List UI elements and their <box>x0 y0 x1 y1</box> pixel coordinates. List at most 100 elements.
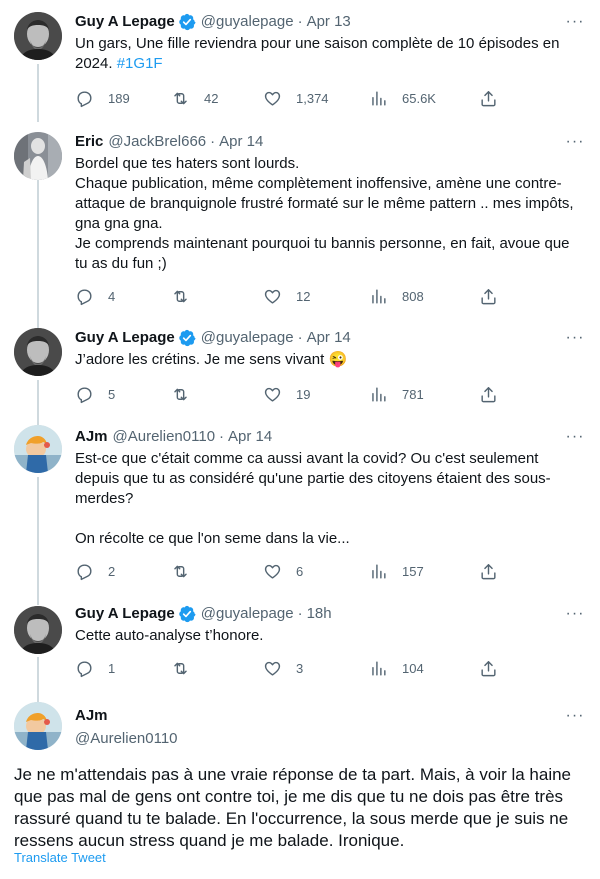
more-options-icon[interactable]: ··· <box>564 706 586 726</box>
more-options-icon[interactable]: ··· <box>564 132 586 152</box>
avatar[interactable] <box>14 12 62 60</box>
author-handle[interactable]: @JackBrel666 <box>108 132 206 152</box>
tweet[interactable]: Eric @JackBrel666 · Apr 14 ··· Bordel qu… <box>0 120 600 316</box>
separator-dot: · <box>297 329 303 346</box>
avatar-image <box>14 606 62 654</box>
avatar[interactable] <box>14 132 62 180</box>
reply-button[interactable]: 189 <box>75 88 130 108</box>
author-name[interactable]: Guy A Lepage <box>75 604 175 624</box>
avatar-image <box>14 328 62 376</box>
share-button[interactable] <box>479 561 498 581</box>
reply-count: 2 <box>108 563 116 579</box>
author-handle[interactable]: @Aurelien0110 <box>75 729 178 749</box>
author-name[interactable]: AJm <box>75 706 178 726</box>
like-button[interactable]: 19 <box>263 384 310 404</box>
views-button[interactable]: 65.6K <box>369 88 436 108</box>
share-button[interactable] <box>479 88 498 108</box>
tweet[interactable]: Guy A Lepage @guyalepage · 18h ··· Cette… <box>0 594 600 694</box>
author-name[interactable]: Guy A Lepage <box>75 328 175 348</box>
author-handle[interactable]: @guyalepage <box>201 328 294 348</box>
avatar[interactable] <box>14 425 62 473</box>
share-button[interactable] <box>479 658 498 678</box>
timestamp[interactable]: Apr 14 <box>228 427 272 447</box>
retweet-count: 42 <box>204 90 219 106</box>
author-name[interactable]: Eric <box>75 132 103 152</box>
emoji-wink-tongue: 😜 <box>328 351 348 368</box>
verified-badge-icon <box>178 13 196 31</box>
views-icon <box>369 659 388 678</box>
translate-tweet-link[interactable]: Translate Tweet <box>14 850 106 865</box>
tweet[interactable]: Guy A Lepage @guyalepage · Apr 14 ··· J’… <box>0 316 600 416</box>
author-name[interactable]: Guy A Lepage <box>75 12 175 32</box>
like-button[interactable]: 6 <box>263 561 303 581</box>
timestamp[interactable]: 18h <box>307 604 332 624</box>
reply-icon <box>75 659 94 678</box>
like-button[interactable]: 12 <box>263 286 310 306</box>
views-icon <box>369 562 388 581</box>
timestamp[interactable]: Apr 13 <box>307 12 351 32</box>
like-count: 19 <box>296 386 311 402</box>
author-handle[interactable]: @guyalepage <box>201 604 294 624</box>
views-icon <box>369 287 388 306</box>
more-options-icon[interactable]: ··· <box>564 328 586 348</box>
reply-icon <box>75 385 94 404</box>
like-icon <box>263 562 282 581</box>
reply-button[interactable]: 2 <box>75 561 115 581</box>
timestamp[interactable]: Apr 14 <box>219 132 263 152</box>
reply-button[interactable]: 4 <box>75 286 115 306</box>
reply-count: 5 <box>108 386 116 402</box>
views-button[interactable]: 157 <box>369 561 424 581</box>
retweet-icon <box>171 659 190 678</box>
avatar-image <box>14 702 62 750</box>
more-options-icon[interactable]: ··· <box>564 427 586 447</box>
tweet[interactable]: Guy A Lepage @guyalepage · Apr 13 ··· Un… <box>0 0 600 120</box>
retweet-icon <box>171 287 190 306</box>
share-button[interactable] <box>479 384 498 404</box>
retweet-button[interactable] <box>171 384 204 404</box>
views-icon <box>369 89 388 108</box>
separator-dot: · <box>297 605 303 622</box>
avatar[interactable] <box>14 702 62 750</box>
reply-button[interactable]: 1 <box>75 658 115 678</box>
retweet-icon <box>171 385 190 404</box>
reply-icon <box>75 287 94 306</box>
more-options-icon[interactable]: ··· <box>564 12 586 32</box>
retweet-button[interactable]: 42 <box>171 88 218 108</box>
tweet[interactable]: AJm @Aurelien0110 · Apr 14 ··· Est-ce qu… <box>0 413 600 595</box>
avatar[interactable] <box>14 328 62 376</box>
like-button[interactable]: 3 <box>263 658 303 678</box>
view-count: 781 <box>402 386 424 402</box>
retweet-button[interactable] <box>171 561 204 581</box>
author-name[interactable]: AJm <box>75 427 108 447</box>
tweet-text: Un gars, Une fille reviendra pour une sa… <box>75 34 586 74</box>
views-button[interactable]: 104 <box>369 658 424 678</box>
share-button[interactable] <box>479 286 498 306</box>
like-count: 12 <box>296 288 311 304</box>
views-button[interactable]: 781 <box>369 384 424 404</box>
more-options-icon[interactable]: ··· <box>564 604 586 624</box>
view-count: 808 <box>402 288 424 304</box>
avatar[interactable] <box>14 606 62 654</box>
tweet-text: J’adore les crétins. Je me sens vivant 😜 <box>75 350 586 370</box>
focused-tweet[interactable]: AJm @Aurelien0110 ··· Je ne m'attendais … <box>0 694 600 879</box>
avatar-image <box>14 132 62 180</box>
verified-badge-icon <box>178 329 196 347</box>
retweet-button[interactable] <box>171 286 204 306</box>
tweet-text: Est-ce que c'était comme ca aussi avant … <box>75 450 551 547</box>
tweet-text: Bordel que tes haters sont lourds. Chaqu… <box>75 155 574 272</box>
avatar-image <box>14 425 62 473</box>
share-icon <box>479 287 498 306</box>
like-count: 6 <box>296 563 304 579</box>
hashtag-link[interactable]: #1G1F <box>117 55 163 72</box>
author-handle[interactable]: @Aurelien0110 <box>113 427 216 447</box>
views-button[interactable]: 808 <box>369 286 424 306</box>
like-count: 1,374 <box>296 90 329 106</box>
like-button[interactable]: 1,374 <box>263 88 329 108</box>
retweet-icon <box>171 89 190 108</box>
timestamp[interactable]: Apr 14 <box>307 328 351 348</box>
reply-button[interactable]: 5 <box>75 384 115 404</box>
author-handle[interactable]: @guyalepage <box>201 12 294 32</box>
retweet-button[interactable] <box>171 658 204 678</box>
separator-dot: · <box>297 13 303 30</box>
views-icon <box>369 385 388 404</box>
